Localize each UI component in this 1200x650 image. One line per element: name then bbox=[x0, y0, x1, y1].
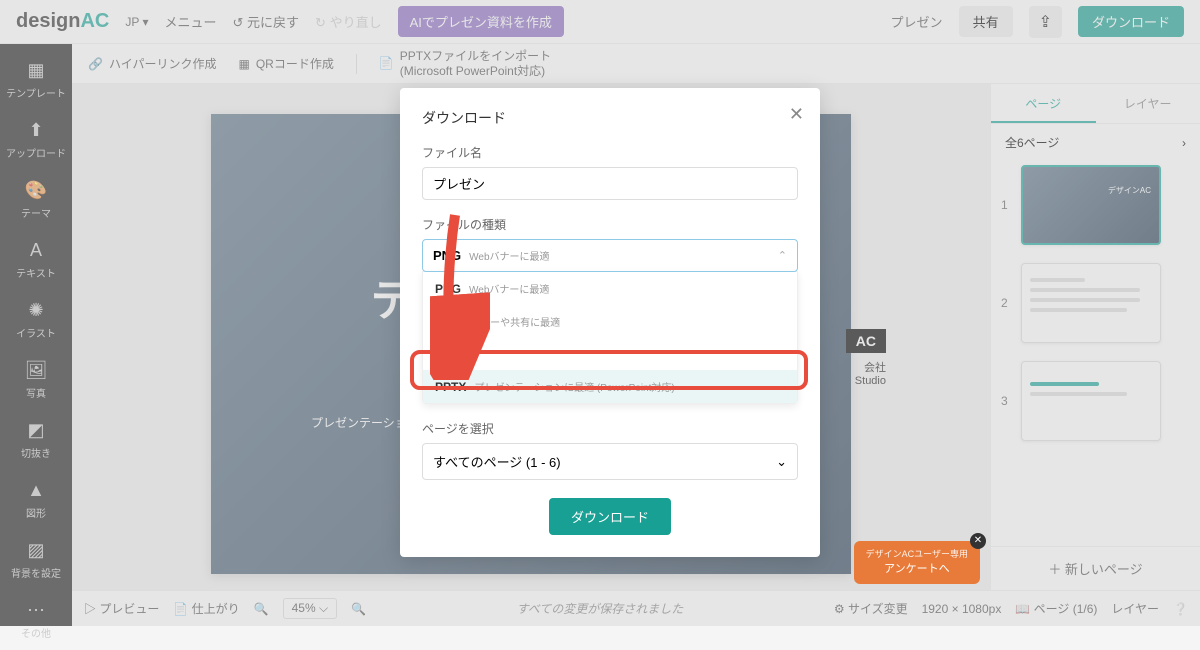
filename-input[interactable] bbox=[422, 167, 798, 200]
chevron-down-icon: ⌄ bbox=[776, 454, 787, 470]
survey-title: デザインACユーザー専用 bbox=[866, 547, 968, 560]
download-modal: ダウンロード ✕ ファイル名 ファイルの種類 PNG Webバナーに最適 ⌃ P… bbox=[400, 88, 820, 557]
filetype-dropdown: PNGWebバナーに最適 JWebバナーや共有に最適 P PPTXプレゼンテーシ… bbox=[422, 271, 798, 404]
option-jpg[interactable]: JWebバナーや共有に最適 bbox=[423, 305, 797, 338]
option-png[interactable]: PNGWebバナーに最適 bbox=[423, 272, 797, 305]
modal-download-button[interactable]: ダウンロード bbox=[549, 498, 671, 535]
filetype-label: ファイルの種類 bbox=[422, 216, 798, 233]
modal-title: ダウンロード bbox=[422, 108, 798, 128]
filename-label: ファイル名 bbox=[422, 144, 798, 161]
chevron-up-icon: ⌃ bbox=[778, 249, 787, 262]
survey-link[interactable]: アンケートへ bbox=[866, 560, 968, 576]
close-icon[interactable]: ✕ bbox=[789, 104, 804, 125]
option-pptx[interactable]: PPTXプレゼンテーションに最適 (PowerPoint対応) bbox=[423, 370, 797, 403]
close-survey-icon[interactable]: ✕ bbox=[970, 533, 986, 549]
filetype-select[interactable]: PNG Webバナーに最適 ⌃ bbox=[422, 239, 798, 272]
survey-popup[interactable]: ✕ デザインACユーザー専用 アンケートへ bbox=[854, 541, 980, 584]
selected-format: PNG bbox=[433, 248, 461, 263]
selected-hint: Webバナーに最適 bbox=[469, 248, 549, 263]
option-pdf[interactable]: P bbox=[423, 338, 797, 370]
pagesel-label: ページを選択 bbox=[422, 420, 798, 437]
page-select[interactable]: すべてのページ (1 - 6) ⌄ bbox=[422, 443, 798, 480]
